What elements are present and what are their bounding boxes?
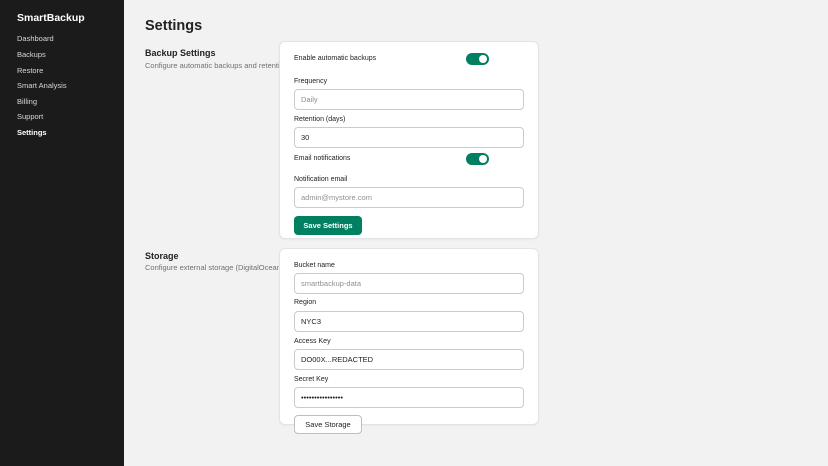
email-notifications-label: Email notifications	[294, 155, 351, 162]
storage-card: Bucket name Region Access Key Secret Key…	[279, 248, 539, 434]
enable-backups-label: Enable automatic backups	[294, 55, 377, 62]
app-brand: SmartBackup	[17, 12, 85, 24]
sidebar-item-restore[interactable]: Restore	[17, 66, 43, 75]
sidebar-item-billing[interactable]: Billing	[17, 97, 37, 106]
sidebar-item-support[interactable]: Support	[17, 112, 43, 121]
region-label: Region	[294, 299, 317, 306]
notification-email-input[interactable]	[294, 187, 524, 208]
save-settings-button[interactable]: Save Settings	[294, 216, 362, 235]
retention-label: Retention (days)	[294, 116, 346, 123]
page-title: Settings	[145, 18, 203, 34]
backup-section-description: Configure automatic backups and retentio…	[145, 61, 279, 70]
access-key-label: Access Key	[294, 338, 331, 345]
bucket-name-input[interactable]	[294, 273, 524, 294]
notification-email-label: Notification email	[294, 176, 348, 183]
frequency-label: Frequency	[294, 78, 328, 85]
save-storage-button[interactable]: Save Storage	[294, 415, 362, 434]
secret-key-input[interactable]	[294, 387, 524, 408]
enable-backups-toggle[interactable]	[466, 53, 489, 65]
region-input[interactable]	[294, 311, 524, 332]
access-key-input[interactable]	[294, 349, 524, 370]
sidebar-item-dashboard[interactable]: Dashboard	[17, 34, 54, 43]
frequency-input[interactable]	[294, 89, 524, 110]
backup-settings-card: Enable automatic backups Frequency Reten…	[279, 41, 539, 239]
sidebar-item-smart-analysis[interactable]: Smart Analysis	[17, 81, 67, 90]
retention-input[interactable]	[294, 127, 524, 148]
toggle-knob	[479, 155, 487, 163]
storage-section-title: Storage	[145, 251, 179, 261]
storage-section-description: Configure external storage (DigitalOcean…	[145, 263, 279, 272]
secret-key-label: Secret Key	[294, 376, 329, 383]
bucket-name-label: Bucket name	[294, 262, 335, 269]
toggle-knob	[479, 55, 487, 63]
backup-section-title: Backup Settings	[145, 48, 216, 58]
sidebar-item-settings[interactable]: Settings	[17, 128, 47, 137]
email-notifications-toggle[interactable]	[466, 153, 489, 165]
sidebar: SmartBackup Dashboard Backups Restore Sm…	[0, 0, 124, 466]
sidebar-item-backups[interactable]: Backups	[17, 50, 46, 59]
